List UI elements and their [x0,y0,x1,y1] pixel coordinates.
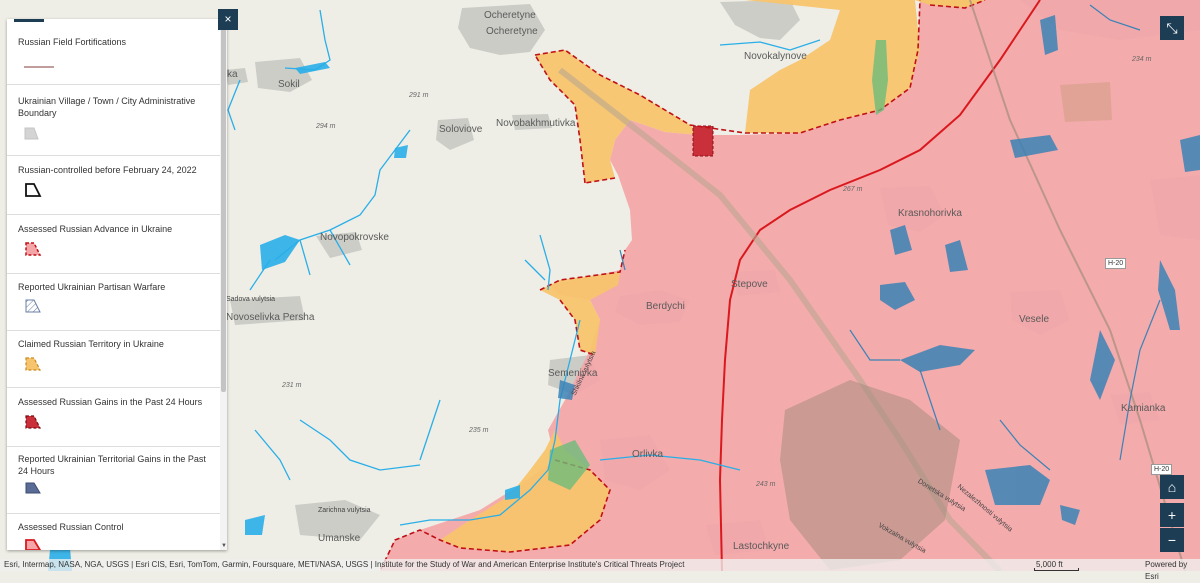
elevation-label: 294 m [316,123,336,130]
legend-item-label: Russian-controlled before February 24, 2… [18,165,197,175]
legend-item-label: Assessed Russian Gains in the Past 24 Ho… [18,397,203,407]
place-lastochkyne: Lastochkyne [733,541,790,552]
elevation-label: 243 m [756,481,776,488]
close-legend-button[interactable]: × [218,9,238,30]
pre-2022-outline-icon [25,183,42,197]
claimed-orange-icon [25,357,41,371]
zoom-in-button[interactable]: + [1160,503,1184,527]
road-label: Zarichna vulytsia [318,507,371,514]
place-novopokrovske: Novopokrovske [320,232,389,243]
legend-item-label: Reported Ukrainian Partisan Warfare [18,282,166,292]
highway-shield: H-20 [1105,258,1127,269]
place-soloviove: Soloviove [439,124,483,135]
place-krasnohorivka: Krasnohorivka [898,208,962,219]
legend-item-label: Claimed Russian Territory in Ukraine [18,339,164,349]
legend-item-label: Reported Ukrainian Territorial Gains in … [18,454,206,476]
attribution-bar: Esri, Intermap, NASA, NGA, USGS | Esri C… [0,559,1200,581]
legend-item-fortifications: Russian Field Fortifications [7,22,220,85]
legend-item-admin-boundary: Ukrainian Village / Town / City Administ… [7,84,220,156]
scroll-down-icon[interactable]: ▼ [221,543,227,549]
powered-by-esri-link[interactable]: Powered by Esri [1145,559,1200,583]
legend-item-label: Assessed Russian Control [18,522,124,532]
place-semenivka: Semenivka [548,368,598,379]
road-label: Sadova vulytsia [226,296,276,303]
gains-24h-icon [25,415,41,429]
advance-dashed-icon [25,242,42,256]
place-sokil: Sokil [278,79,300,90]
legend-item-claimed: Claimed Russian Territory in Ukraine [7,330,220,388]
partisan-hatch-icon [25,299,41,313]
elevation-label: 231 m [282,382,302,389]
legend-scroll-thumb[interactable] [221,25,226,392]
legend-item-ukr-gains: Reported Ukrainian Territorial Gains in … [7,447,220,514]
place-vesele: Vesele [1019,314,1050,325]
place-novoselivka-persha: Novoselivka Persha [226,312,315,323]
ukr-gains-24h-icon [25,482,41,494]
place-ocheretyne-1: Ocheretyne [484,10,536,21]
legend-scrollbar[interactable]: ▲ ▼ [220,19,227,550]
attribution-text[interactable]: Esri, Intermap, NASA, NGA, USGS | Esri C… [4,559,684,571]
fortification-line-icon [24,66,54,68]
place-novobakhmutivka: Novobakhmutivka [496,118,576,129]
elevation-label: 267 m [843,186,863,193]
place-novokalynove: Novokalynove [744,51,807,62]
place-ocheretyne-2: Ocheretyne [486,26,538,37]
place-berdychi: Berdychi [646,301,685,312]
russian-control-icon [25,539,42,550]
legend-panel: Russian Field Fortifications Ukrainian V… [7,19,227,550]
legend-item-partisan: Reported Ukrainian Partisan Warfare [7,273,220,331]
place-umanske: Umanske [318,533,361,544]
legend-item-gains-24h: Assessed Russian Gains in the Past 24 Ho… [7,388,220,447]
admin-boundary-icon [24,127,39,140]
place-orlivka: Orlivka [632,449,664,460]
industrial-area-ne [1060,82,1112,122]
elevation-label: 234 m [1132,56,1152,63]
place-ka: ka [227,69,238,80]
highway-shield: H-20 [1151,464,1173,475]
fullscreen-button[interactable]: ⤡ [1160,16,1184,40]
legend-item-pre-2022: Russian-controlled before February 24, 2… [7,156,220,215]
place-kamianka: Kamianka [1121,403,1166,414]
home-button[interactable]: ⌂ [1160,475,1184,499]
legend-item-label: Assessed Russian Advance in Ukraine [18,224,173,234]
legend-item-label: Russian Field Fortifications [18,37,127,47]
legend-item-advance: Assessed Russian Advance in Ukraine [7,215,220,274]
gains-24h-area [692,125,714,157]
legend-item-russian-control: Assessed Russian Control [7,514,220,550]
elevation-label: 291 m [409,92,429,99]
elevation-label: 235 m [469,427,489,434]
legend-item-label: Ukrainian Village / Town / City Administ… [18,96,196,118]
place-stepove: Stepove [731,279,768,290]
zoom-out-button[interactable]: − [1160,528,1184,552]
